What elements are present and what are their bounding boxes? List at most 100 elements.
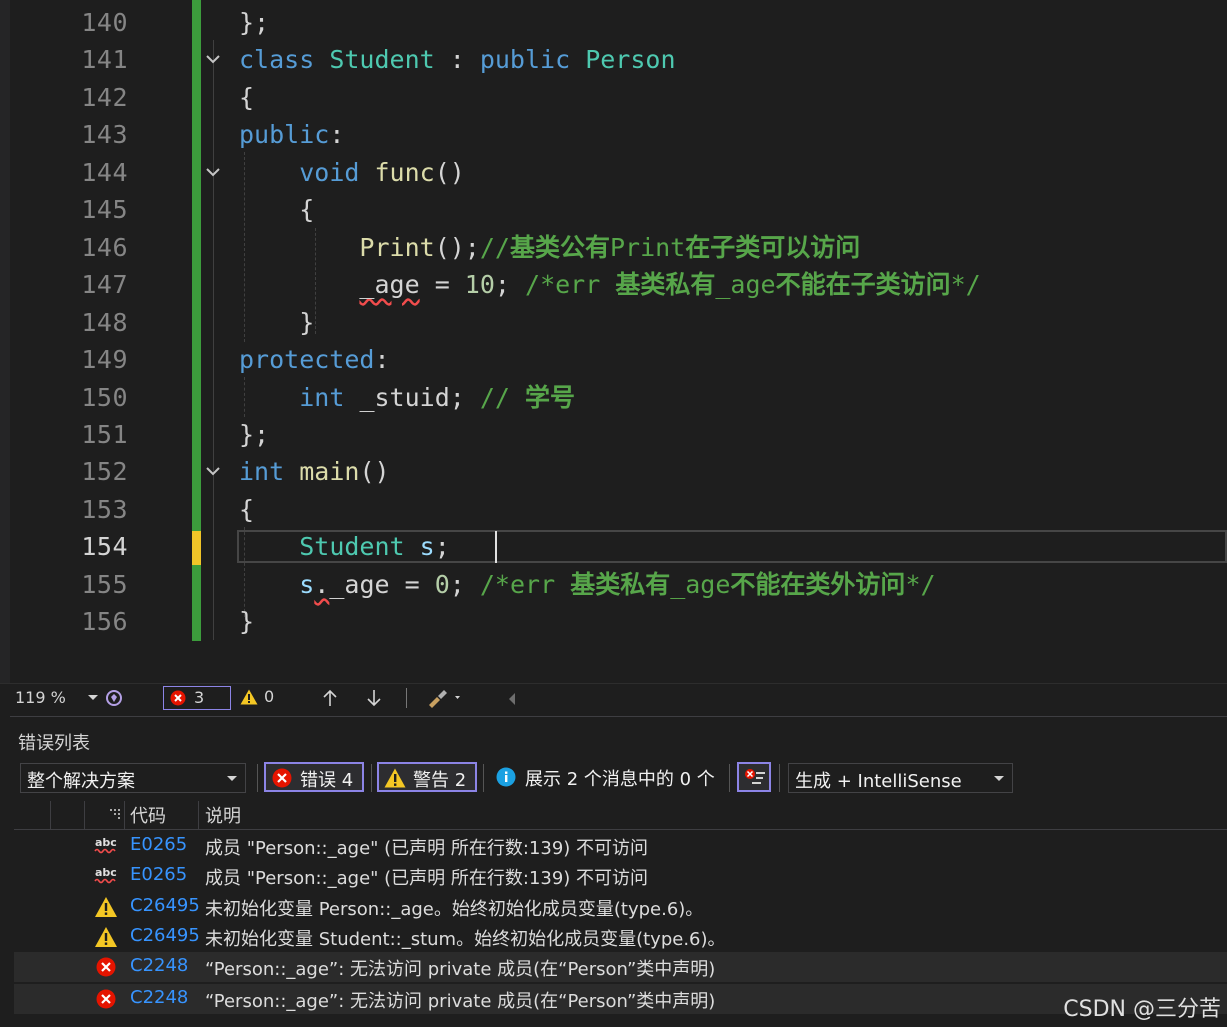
error-row[interactable]: C2248 “Person::_age”: 无法访问 private 成员(在“P… <box>14 952 1227 982</box>
scroll-left-icon[interactable] <box>507 691 517 710</box>
arrow-up-icon[interactable] <box>322 689 338 711</box>
spell-error-icon: abc <box>94 835 118 857</box>
code-text[interactable]: } <box>239 603 254 640</box>
code-token: 在子类可以访问 <box>685 232 861 262</box>
error-row[interactable]: C26495 未初始化变量 Student::_stum。始终初始化成员变量(ty… <box>14 922 1227 952</box>
code-text[interactable]: }; <box>239 4 269 41</box>
error-row[interactable]: C2248 “Person::_age”: 无法访问 private 成员(在“P… <box>14 984 1227 1014</box>
fold-chevron-icon[interactable] <box>202 453 224 490</box>
warnings-filter-button[interactable]: 警告 2 <box>377 762 477 792</box>
code-text[interactable]: { <box>239 491 254 528</box>
code-line[interactable]: 150 int _stuid; // 学号 <box>0 379 1227 416</box>
code-line[interactable]: 140}; <box>0 4 1227 41</box>
code-editor[interactable]: 140}; 141 class Student : public Person 142… <box>0 0 1227 683</box>
fold-chevron-icon[interactable] <box>202 154 224 191</box>
error-row[interactable]: C26495 未初始化变量 Person::_age。始终初始化成员变量(type… <box>14 892 1227 922</box>
arrow-down-icon[interactable] <box>366 689 382 711</box>
code-line[interactable]: 149 protected: <box>0 341 1227 378</box>
code-text[interactable]: class Student : public Person <box>239 41 676 78</box>
line-number: 148 <box>81 307 128 337</box>
code-line[interactable]: 153 { <box>0 491 1227 528</box>
code-line[interactable]: 147 _age = 10; /*err 基类私有_age不能在子类访问*/ <box>0 266 1227 303</box>
divider <box>257 764 258 792</box>
messages-filter-button[interactable]: 展示 2 个消息中的 0 个 <box>490 762 720 792</box>
code-text[interactable]: { <box>239 79 254 116</box>
status-error-count[interactable]: 3 <box>163 686 231 710</box>
code-token: . <box>314 569 330 599</box>
warning-count-value: 0 <box>264 687 275 706</box>
code-text[interactable]: protected: <box>239 341 390 378</box>
code-text[interactable]: _age = 10; /*err 基类私有_age不能在子类访问*/ <box>239 266 980 303</box>
error-count-value: 3 <box>194 688 205 707</box>
error-row[interactable]: abc E0265 成员 "Person::_age" (已声明 所在行数:139)… <box>14 831 1227 861</box>
code-token: public <box>239 120 330 150</box>
error-row[interactable]: abc E0265 成员 "Person::_age" (已声明 所在行数:139)… <box>14 861 1227 891</box>
filter-current-document-button[interactable] <box>737 762 771 792</box>
scope-dropdown[interactable]: 整个解决方案 <box>20 763 246 793</box>
text-cursor <box>495 531 497 563</box>
error-code-link[interactable]: C26495 <box>130 895 200 916</box>
code-token: _stuid; <box>359 382 480 412</box>
code-token: : <box>434 45 480 75</box>
code-text[interactable]: public: <box>239 116 344 153</box>
error-icon <box>272 768 292 788</box>
code-text[interactable]: s._age = 0; /*err 基类私有_age不能在类外访问*/ <box>239 566 935 603</box>
error-code-link[interactable]: C2248 <box>130 987 188 1008</box>
code-text[interactable]: void func() <box>239 154 465 191</box>
code-line[interactable]: 145 { <box>0 191 1227 228</box>
fold-chevron-icon[interactable] <box>202 41 224 78</box>
code-line[interactable]: 141 class Student : public Person <box>0 41 1227 78</box>
error-list-panel: 错误列表 整个解决方案 错误 4 警告 2 展示 2 个消息中的 0 个 生成 … <box>10 716 1227 1027</box>
errors-filter-button[interactable]: 错误 4 <box>264 762 364 792</box>
error-code-link[interactable]: E0265 <box>130 864 187 885</box>
code-line[interactable]: 152 int main() <box>0 453 1227 490</box>
code-cleanup-icon[interactable] <box>427 688 467 712</box>
code-line[interactable]: 142 { <box>0 79 1227 116</box>
code-line[interactable]: 155 s._age = 0; /*err 基类私有_age不能在类外访问*/ <box>0 566 1227 603</box>
line-number: 153 <box>81 494 128 524</box>
code-text[interactable]: Student s; <box>239 528 465 565</box>
error-icon <box>94 956 118 978</box>
error-code-link[interactable]: E0265 <box>130 834 187 855</box>
code-token: (); <box>434 232 480 262</box>
code-line[interactable]: 143 public: <box>0 116 1227 153</box>
line-number: 155 <box>81 569 128 599</box>
column-header-description[interactable]: 说明 <box>205 802 241 828</box>
code-token: ; <box>434 532 465 562</box>
code-line[interactable]: 151}; <box>0 416 1227 453</box>
code-line[interactable]: 156} <box>0 603 1227 640</box>
code-line[interactable]: 154 Student s; <box>0 528 1227 565</box>
zoom-value: 119 % <box>15 688 66 707</box>
line-number: 152 <box>81 457 128 487</box>
chevron-down-icon <box>994 776 1004 781</box>
code-text[interactable]: int main() <box>239 453 390 490</box>
divider <box>483 764 484 792</box>
error-code-link[interactable]: C2248 <box>130 955 188 976</box>
code-line[interactable]: 144 void func() <box>0 154 1227 191</box>
code-text[interactable]: Print();//基类公有Print在子类可以访问 <box>239 229 860 266</box>
watermark: CSDN @三分苦 <box>1063 997 1221 1022</box>
zoom-dropdown[interactable]: 119 % <box>10 687 100 709</box>
source-dropdown[interactable]: 生成 + IntelliSense <box>788 763 1013 793</box>
code-text[interactable]: int _stuid; // 学号 <box>239 379 575 416</box>
error-description: “Person::_age”: 无法访问 private 成员(在“Person… <box>205 991 716 1012</box>
sort-grip-icon[interactable] <box>110 803 120 819</box>
code-line[interactable]: 146 Print();//基类公有Print在子类可以访问 <box>0 229 1227 266</box>
warning-icon <box>240 689 258 705</box>
error-description: “Person::_age”: 无法访问 private 成员(在“Person… <box>205 959 716 980</box>
error-code-link[interactable]: C26495 <box>130 925 200 946</box>
intellicode-icon[interactable] <box>104 688 124 712</box>
column-header-code[interactable]: 代码 <box>130 802 166 828</box>
code-text[interactable]: }; <box>239 416 269 453</box>
status-warning-count[interactable]: 0 <box>240 687 280 710</box>
code-text[interactable]: } <box>239 304 314 341</box>
code-text[interactable]: { <box>239 191 314 228</box>
code-token: void <box>299 157 375 187</box>
code-token: 基类公有 <box>509 232 610 262</box>
code-line[interactable]: 148 } <box>0 304 1227 341</box>
code-token: /*err <box>525 270 616 300</box>
